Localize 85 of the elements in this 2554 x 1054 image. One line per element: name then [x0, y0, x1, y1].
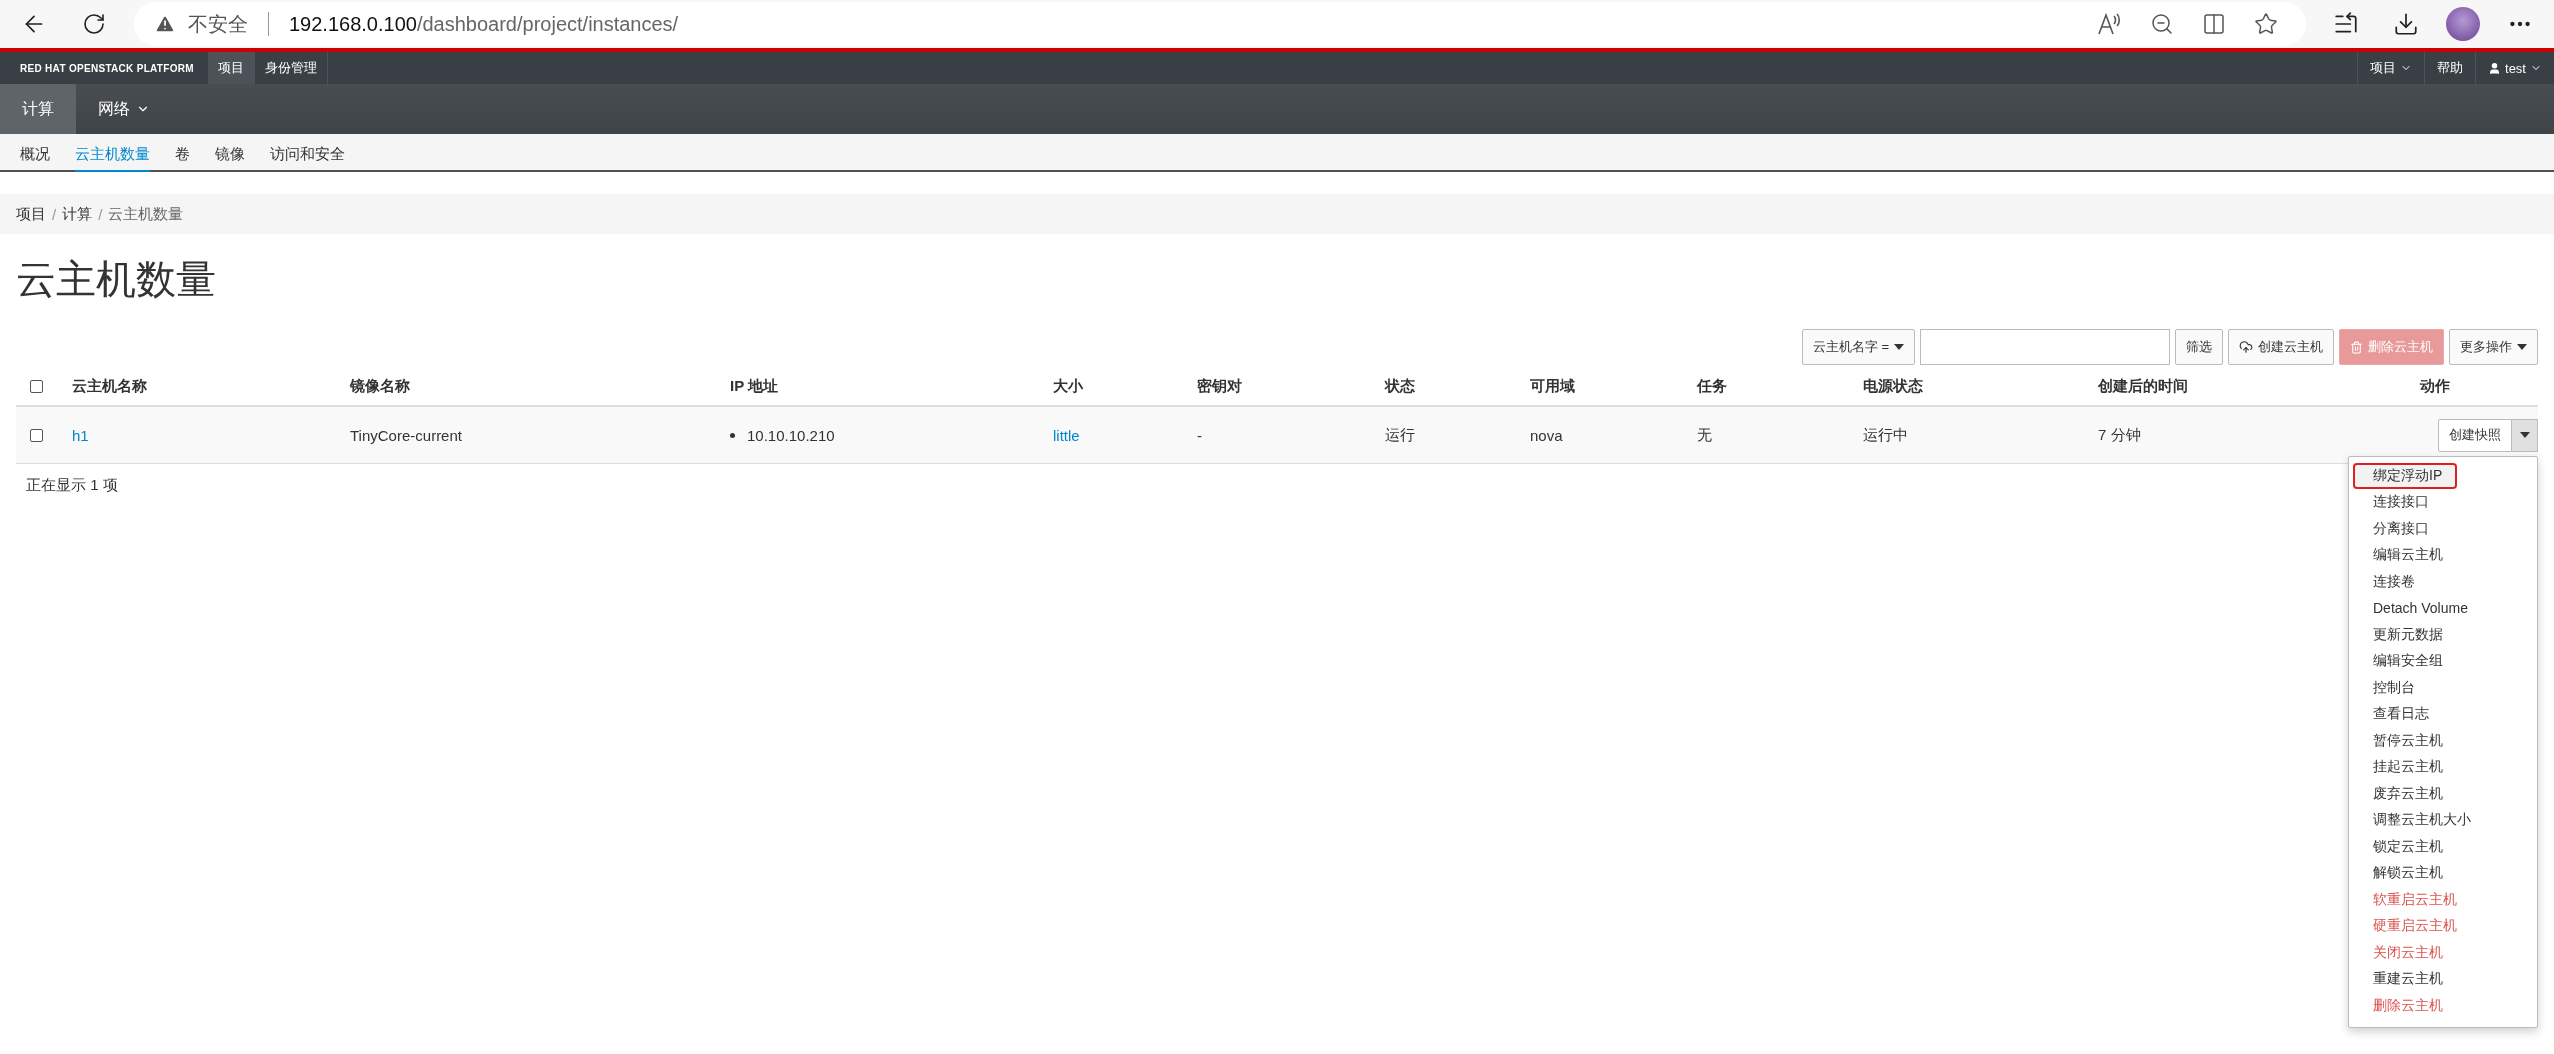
page-title: 云主机数量 [16, 256, 217, 303]
section-tab[interactable]: 网络 [76, 84, 172, 134]
search-field[interactable] [1920, 329, 2170, 365]
table-cell-text: 运行中 [1863, 425, 1909, 445]
action-menu-toggle[interactable] [2512, 418, 2538, 452]
table-cell-text: TinyCore-current [350, 426, 463, 444]
user-icon [2488, 61, 2502, 75]
caret-icon [2517, 344, 2527, 350]
table-cell: 10.10.10.210 [747, 426, 835, 444]
sub-nav-tab[interactable]: 概况 [20, 134, 75, 170]
caret-icon [1894, 344, 1904, 350]
menu-item[interactable]: 绑定浮动IP [2353, 462, 2457, 489]
toolbar-button[interactable]: 更多操作 [2449, 329, 2538, 365]
menu-item[interactable]: 暂停云主机 [2349, 727, 2537, 754]
read-aloud-icon[interactable] [2097, 12, 2123, 36]
download-icon[interactable] [2393, 11, 2419, 37]
toolbar-button[interactable]: 创建云主机 [2228, 329, 2334, 365]
menu-item[interactable]: 挂起云主机 [2349, 754, 2537, 781]
menu-item[interactable]: 连接卷 [2349, 568, 2537, 595]
breadcrumb-separator: / [98, 205, 103, 223]
table-link[interactable]: little [1053, 426, 1197, 444]
filter-button[interactable]: 筛选 [2175, 329, 2223, 365]
sub-nav-tab[interactable]: 卷 [175, 134, 215, 170]
top-nav-tab[interactable]: 项目 [207, 52, 255, 84]
trash-icon [2350, 340, 2363, 354]
column-header: 创建后的时间 [2098, 376, 2189, 396]
section-tab[interactable]: 计算 [0, 84, 76, 134]
caret-icon [2519, 432, 2530, 438]
menu-item[interactable]: 更新元数据 [2349, 621, 2537, 648]
sub-nav-tab[interactable]: 镜像 [215, 134, 270, 170]
menu-item[interactable]: 解锁云主机 [2349, 860, 2537, 887]
refresh-icon[interactable] [82, 12, 106, 36]
filter-field-dropdown[interactable]: 云主机名字 = [1801, 329, 1915, 365]
column-header: IP 地址 [730, 376, 780, 396]
table-cell-text: 运行 [1385, 425, 1416, 445]
address-bar[interactable]: 不安全 192.168.0.100/dashboard/project/instances/ [134, 2, 2306, 46]
item-count: 正在显示 1 项 [26, 476, 118, 495]
column-header: 大小 [1053, 376, 1084, 396]
sub-nav-tab[interactable]: 访问和安全 [270, 134, 370, 170]
menu-item[interactable]: 硬重启云主机 [2349, 913, 2537, 940]
warning-icon [154, 13, 176, 35]
select-all-checkbox[interactable] [30, 379, 43, 393]
table-cell-text: 7 分钟 [2098, 425, 2142, 445]
breadcrumb-item[interactable]: 计算 [62, 204, 93, 224]
breadcrumb-item: 云主机数量 [108, 204, 184, 224]
column-header: 电源状态 [1863, 376, 1924, 396]
menu-item[interactable]: 编辑云主机 [2349, 542, 2537, 569]
table-cell-text: 无 [1697, 425, 1713, 445]
snapshot-button[interactable]: 创建快照 [2438, 418, 2512, 452]
star-icon[interactable] [2254, 12, 2278, 36]
menu-item[interactable]: 删除云主机 [2349, 992, 2537, 1019]
row-checkbox[interactable] [30, 428, 43, 442]
security-label: 不安全 [188, 11, 248, 37]
avatar[interactable] [2446, 7, 2480, 41]
breadcrumb-separator: / [52, 205, 57, 223]
zoom-out-icon[interactable] [2150, 12, 2174, 36]
menu-item[interactable]: 锁定云主机 [2349, 833, 2537, 860]
menu-item[interactable]: 重建云主机 [2349, 966, 2537, 993]
menu-item[interactable]: 连接接口 [2349, 489, 2537, 516]
column-header: 动作 [2418, 376, 2451, 396]
column-header: 任务 [1697, 376, 1728, 396]
brand-logo: RED HAT OPENSTACK PLATFORM [19, 61, 195, 76]
menu-item[interactable]: 调整云主机大小 [2349, 807, 2537, 834]
menu-item[interactable]: 软重启云主机 [2349, 886, 2537, 913]
menu-item[interactable]: 编辑安全组 [2349, 648, 2537, 675]
column-header: 密钥对 [1197, 376, 1243, 396]
menu-item[interactable]: 关闭云主机 [2349, 939, 2537, 966]
column-header: 镜像名称 [350, 376, 411, 396]
split-view-icon[interactable] [2202, 12, 2226, 36]
url-text: 192.168.0.100/dashboard/project/instances/ [289, 12, 679, 36]
cloud-upload-icon [2239, 340, 2253, 354]
column-header: 状态 [1385, 376, 1416, 396]
menu-item[interactable]: 分离接口 [2349, 515, 2537, 542]
breadcrumb-item[interactable]: 项目 [16, 204, 46, 224]
menu-item[interactable]: 查看日志 [2349, 701, 2537, 728]
table-link[interactable]: h1 [72, 426, 350, 444]
column-header: 云主机名称 [72, 376, 148, 396]
table-cell-text: nova [1530, 426, 1564, 444]
column-header: 可用域 [1530, 376, 1576, 396]
bullet-icon [730, 432, 735, 438]
menu-item[interactable]: 控制台 [2349, 674, 2537, 701]
table-cell-text: - [1197, 426, 1203, 444]
menu-item[interactable]: 废弃云主机 [2349, 780, 2537, 807]
sub-nav-tab[interactable]: 云主机数量 [75, 134, 175, 170]
menu-item[interactable]: Detach Volume [2349, 595, 2537, 622]
